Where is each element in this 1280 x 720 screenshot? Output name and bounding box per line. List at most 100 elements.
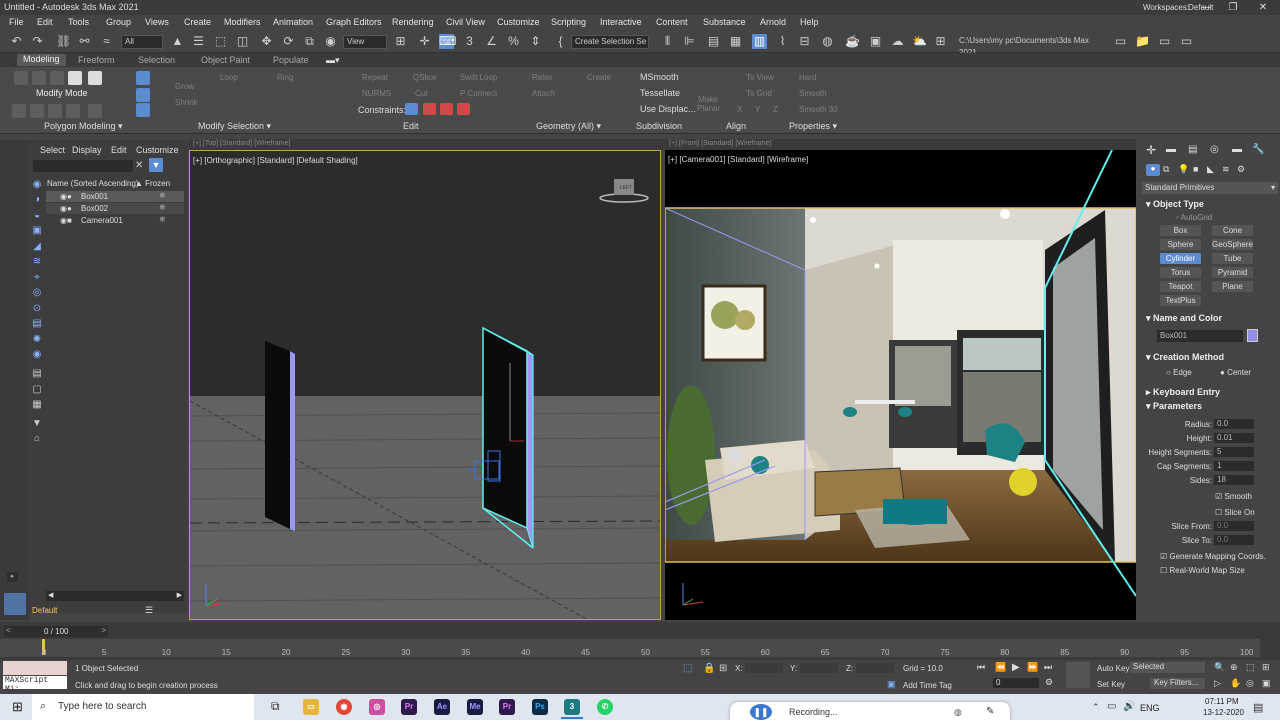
angle-snap-icon[interactable]: ∠ xyxy=(484,34,499,49)
explorer-menu-display[interactable]: Display xyxy=(72,145,102,155)
menu-interactive[interactable]: Interactive xyxy=(600,17,642,27)
menu-file[interactable]: File xyxy=(9,17,24,27)
next-frame-icon[interactable]: ⏩ xyxy=(1027,662,1038,673)
constraint-normal-icon[interactable] xyxy=(457,103,470,115)
undo-icon[interactable]: ↶ xyxy=(9,34,24,49)
display-shapes-icon[interactable]: ◒ xyxy=(31,210,43,222)
select-manipulate-icon[interactable]: ✛ xyxy=(417,34,432,49)
visibility-eye-icon[interactable]: ◉● xyxy=(60,192,72,201)
freeze-icon[interactable]: ❄ xyxy=(159,215,166,224)
render-cloud-icon[interactable]: ⛅ xyxy=(912,34,927,49)
goto-start-icon[interactable]: ⏮ xyxy=(977,662,985,673)
bind-spacewarp-icon[interactable]: ≈ xyxy=(99,34,114,49)
panel-subdivision[interactable]: Subdivision xyxy=(636,121,682,131)
edge-radio[interactable]: ○ Edge xyxy=(1166,368,1192,377)
tab-modeling[interactable]: Modeling xyxy=(17,54,66,66)
explorer-menu-edit[interactable]: Edit xyxy=(111,145,127,155)
a360-icon[interactable]: ⊞ xyxy=(933,34,948,49)
named-selection-dropdown[interactable]: Create Selection Se xyxy=(571,35,649,49)
geosphere-button[interactable]: GeoSphere xyxy=(1212,239,1253,250)
keyboard-entry-header[interactable]: ▸ Keyboard Entry xyxy=(1146,387,1220,398)
display-filter-icon[interactable]: ▼ xyxy=(31,418,43,430)
redo-icon[interactable]: ↷ xyxy=(30,34,45,49)
zoom-extents-all-icon[interactable]: ⊞ xyxy=(1262,662,1270,673)
list-item-camera001[interactable]: ◉■ Camera001 ❄ xyxy=(46,215,184,226)
height-field[interactable]: 0.01 xyxy=(1214,433,1254,443)
primitives-dropdown[interactable]: Standard Primitives ▾ xyxy=(1142,182,1278,194)
explorer-hscrollbar[interactable]: ◀ ▶ xyxy=(46,591,184,601)
panel-edit[interactable]: Edit xyxy=(403,121,419,131)
freeze-icon[interactable]: ❄ xyxy=(159,203,166,212)
display-influences-icon[interactable]: ▦ xyxy=(31,399,43,411)
slider-next-icon[interactable]: > xyxy=(101,626,106,635)
torus-button[interactable]: Torus xyxy=(1160,267,1201,278)
orthographic-viewport[interactable]: [+] [Orthographic] [Standard] [Default S… xyxy=(189,150,661,620)
add-time-tag[interactable]: Add Time Tag xyxy=(903,681,952,690)
ribbon-icon[interactable] xyxy=(68,71,82,85)
camera-toggle-icon[interactable]: ◍ xyxy=(954,707,962,718)
x-field[interactable] xyxy=(745,663,783,673)
helpers-icon[interactable]: ◣ xyxy=(1207,164,1214,175)
center-radio[interactable]: ● Center xyxy=(1220,368,1251,377)
tab-selection[interactable]: Selection xyxy=(138,55,175,65)
menu-group[interactable]: Group xyxy=(106,17,131,27)
teapot-button[interactable]: Teapot xyxy=(1160,281,1201,292)
time-tag-icon[interactable]: ▣ xyxy=(887,679,896,690)
sides-field[interactable]: 18 xyxy=(1214,475,1254,485)
tab-object-paint[interactable]: Object Paint xyxy=(201,55,250,65)
real-world-checkbox[interactable]: ☐ Real-World Map Size xyxy=(1160,566,1245,575)
menu-modifiers[interactable]: Modifiers xyxy=(224,17,261,27)
panel-align[interactable]: Align xyxy=(726,121,746,131)
set-key-button[interactable]: Set Key xyxy=(1097,680,1125,689)
toggle-ribbon-icon[interactable]: ▥ xyxy=(752,34,767,49)
set-key-big-icon[interactable] xyxy=(1066,662,1090,688)
height-segments-field[interactable]: 5 xyxy=(1214,447,1254,457)
maximize-icon[interactable]: ❐ xyxy=(1220,0,1246,15)
z-field[interactable] xyxy=(856,663,894,673)
menu-customize[interactable]: Customize xyxy=(497,17,540,27)
camera-icon[interactable]: ◉■ xyxy=(60,216,72,225)
material-editor-icon[interactable]: ◍ xyxy=(820,34,835,49)
fov-icon[interactable]: ▷ xyxy=(1214,678,1221,689)
time-slider[interactable]: < 0 / 100 > xyxy=(4,626,108,637)
current-frame-field[interactable]: 0 xyxy=(993,678,1039,688)
slider-prev-icon[interactable]: < xyxy=(6,626,11,635)
msmooth-button[interactable]: MSmooth xyxy=(640,72,679,82)
ribbon-icon[interactable] xyxy=(32,71,46,85)
pivot-center-icon[interactable]: ⊞ xyxy=(393,34,408,49)
align-icon[interactable]: ⊫ xyxy=(682,34,697,49)
clock-date[interactable]: 13-12-2020 xyxy=(1203,708,1244,717)
render-setup-icon[interactable]: ☕ xyxy=(845,34,860,49)
display-geometry-icon[interactable]: ◑ xyxy=(31,194,43,206)
autogrid-checkbox[interactable]: ▫ AutoGrid xyxy=(1176,213,1212,222)
menu-substance[interactable]: Substance xyxy=(703,17,746,27)
expand-layouts-icon[interactable]: ▸ xyxy=(7,572,18,582)
rotate-icon[interactable]: ⟳ xyxy=(281,34,296,49)
cameras-icon[interactable]: ■ xyxy=(1193,164,1198,174)
display-tab-icon[interactable]: ▬ xyxy=(1232,144,1242,155)
premiere-icon[interactable]: Pr xyxy=(401,699,417,715)
schematic-view-icon[interactable]: ⊟ xyxy=(797,34,812,49)
maxscript-mini[interactable]: MAXScript Mi: xyxy=(3,676,67,694)
menu-views[interactable]: Views xyxy=(145,17,169,27)
tube-button[interactable]: Tube xyxy=(1212,253,1253,264)
volume-icon[interactable]: 🔊 xyxy=(1123,701,1135,712)
display-bones-icon[interactable]: ▤ xyxy=(31,318,43,330)
snaps-toggle-icon[interactable]: 3 xyxy=(462,34,477,49)
scroll-left-icon[interactable]: ◀ xyxy=(48,591,53,599)
isolate-icon[interactable]: ⬚ xyxy=(683,663,692,674)
tray-chevron-icon[interactable]: ⌃ xyxy=(1092,702,1100,713)
taskbar-search-input[interactable]: ⌕ Type here to search xyxy=(32,694,254,720)
slice-to-field[interactable]: 0.0 xyxy=(1214,535,1254,545)
absolute-mode-icon[interactable]: ⊞ xyxy=(719,663,727,674)
viewport-layout-icon[interactable] xyxy=(4,593,26,615)
key-selection-dropdown[interactable]: Selected xyxy=(1130,662,1205,673)
move-icon[interactable]: ✥ xyxy=(259,34,274,49)
display-spacewarps-icon[interactable]: ⌖ xyxy=(31,272,43,284)
after-effects-icon[interactable]: Ae xyxy=(434,699,450,715)
rect-selection-icon[interactable]: ⬚ xyxy=(213,34,228,49)
layer-explorer-icon[interactable]: ▦ xyxy=(728,34,743,49)
selection-filter-dropdown[interactable]: All xyxy=(121,35,163,49)
explorer-menu-select[interactable]: Select xyxy=(40,145,65,155)
pause-icon[interactable]: ❚❚ xyxy=(750,704,772,720)
